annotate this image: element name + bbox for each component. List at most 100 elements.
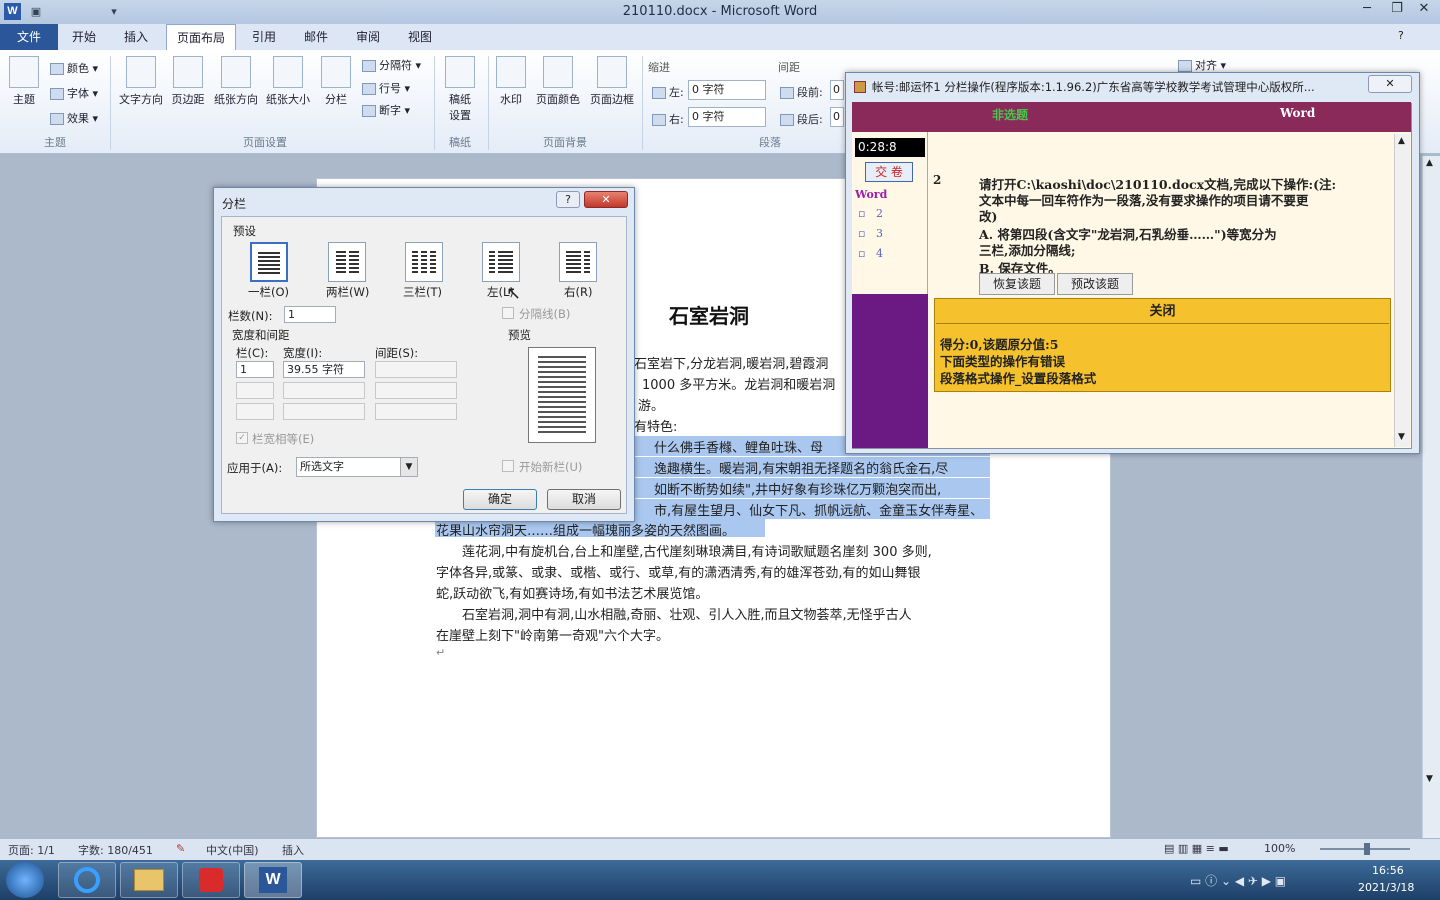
tab-insert[interactable]: 插入 — [114, 24, 158, 50]
ribbon-tabs: 开始 插入 页面布局 引用 邮件 审阅 视图 ? — [0, 24, 1440, 50]
hyphenation-button[interactable]: 断字 ▾ — [362, 102, 410, 118]
scroll-down-icon[interactable]: ▼ — [1426, 774, 1433, 784]
minimize-button[interactable]: ─ — [1352, 0, 1382, 20]
theme-colors-button[interactable]: 颜色 ▾ — [50, 60, 98, 76]
column-spacing-input[interactable] — [375, 382, 457, 399]
tab-review[interactable]: 审阅 — [346, 24, 390, 50]
preset-right-button[interactable] — [559, 242, 597, 282]
clock-time[interactable]: 16:56 — [1372, 864, 1404, 877]
column-width-input[interactable]: 39.55 字符 — [283, 361, 365, 378]
spacing-after-input[interactable]: 0 — [830, 107, 844, 127]
breaks-button[interactable]: 分隔符 ▾ — [362, 57, 421, 73]
exam-nav-item[interactable]: ▫ 2 — [858, 207, 883, 220]
system-tray-icons[interactable]: ▭ ⓘ ⌄ ◀ ✈ ▶ ▣ — [1190, 872, 1286, 889]
document-line: 石室岩下,分龙岩洞,暖岩洞,碧霞洞 — [634, 357, 829, 372]
watermark-button[interactable]: 水印 — [494, 56, 528, 107]
group-label-themes: 主题 — [44, 136, 66, 149]
question-number: 2 — [933, 173, 942, 187]
themes-button[interactable]: 主题 — [6, 56, 42, 107]
status-page[interactable]: 页面: 1/1 — [8, 842, 55, 858]
tab-page-layout[interactable]: 页面布局 — [166, 24, 237, 50]
tab-view[interactable]: 视图 — [398, 24, 442, 50]
line-numbers-button[interactable]: 行号 ▾ — [362, 80, 410, 96]
paper-size-button[interactable]: 纸张大小 — [262, 56, 314, 107]
scroll-up-icon[interactable]: ▲ — [1426, 158, 1433, 168]
internet-explorer-icon[interactable] — [58, 862, 116, 898]
group-label-paragraph: 段落 — [759, 136, 781, 149]
dialog-close-button[interactable]: ✕ — [584, 191, 628, 208]
chevron-down-icon[interactable]: ▼ — [400, 458, 417, 476]
preset-left-button[interactable] — [482, 242, 520, 282]
column-spacing-input[interactable] — [375, 361, 457, 378]
status-insert-mode[interactable]: 插入 — [282, 842, 304, 858]
start-button[interactable] — [6, 862, 44, 898]
columns-button[interactable]: 分栏 — [318, 56, 354, 107]
close-window-button[interactable]: ✕ — [1408, 0, 1440, 20]
document-line: 莲花洞,中有旋机台,台上和崖壁,古代崖刻琳琅满目,有诗词歌赋题名崖刻 300 多… — [462, 545, 932, 560]
orientation-button[interactable]: 纸张方向 — [210, 56, 262, 107]
effects-icon — [50, 113, 64, 125]
help-icon[interactable]: ? — [1398, 29, 1404, 42]
status-word-count[interactable]: 字数: 180/451 — [78, 842, 153, 858]
theme-fonts-button[interactable]: 字体 ▾ — [50, 85, 98, 101]
ok-button[interactable]: 确定 — [463, 489, 537, 510]
num-columns-input[interactable]: 1 — [284, 306, 336, 323]
cancel-button[interactable]: 取消 — [547, 489, 621, 510]
redo-question-button[interactable]: 预改该题 — [1057, 273, 1133, 295]
status-language[interactable]: 中文(中国) — [206, 842, 259, 858]
column-spacing-input[interactable] — [375, 403, 457, 420]
tab-mailings[interactable]: 邮件 — [294, 24, 338, 50]
dialog-help-button[interactable]: ? — [556, 191, 580, 208]
dialog-title: 分栏 — [222, 197, 247, 211]
exam-scrollbar[interactable]: ▲ ▼ — [1394, 134, 1410, 447]
document-line: 石室岩洞,洞中有洞,山水相融,奇丽、壮观、引人入胜,而且文物荟萃,无怪乎古人 — [462, 608, 912, 623]
spacing-before-input[interactable]: 0 — [830, 80, 844, 100]
themes-icon — [9, 56, 39, 88]
column-width-input[interactable] — [283, 382, 365, 399]
draft-paper-button[interactable]: 稿纸 设置 — [442, 56, 478, 123]
preset-one-button[interactable] — [250, 242, 288, 282]
indent-left-icon — [652, 87, 666, 99]
text-direction-button[interactable]: 文字方向 — [116, 56, 166, 107]
theme-effects-button[interactable]: 效果 ▾ — [50, 110, 98, 126]
file-explorer-icon[interactable] — [120, 862, 178, 898]
word-taskbar-icon[interactable]: W — [244, 862, 302, 898]
width-header: 宽度(I): — [283, 346, 323, 360]
equal-width-checkbox[interactable]: ✓ — [236, 432, 248, 444]
scroll-down-icon[interactable]: ▼ — [1398, 432, 1405, 442]
indent-right-input[interactable]: 0 字符 — [688, 107, 766, 127]
zoom-slider-handle[interactable] — [1364, 843, 1370, 855]
tab-file[interactable]: 文件 — [0, 24, 58, 50]
exam-nav-item[interactable]: ▫ 3 — [858, 227, 883, 240]
view-buttons-icon[interactable]: ▤ ▥ ▦ ≡ ▬ — [1164, 842, 1229, 855]
vertical-scrollbar[interactable]: ▲ ▼ — [1422, 156, 1440, 838]
indent-left-input[interactable]: 0 字符 — [688, 80, 766, 100]
column-width-input[interactable] — [283, 403, 365, 420]
restore-question-button[interactable]: 恢复该题 — [979, 273, 1055, 295]
group-separator — [434, 56, 435, 150]
divider-checkbox[interactable] — [502, 307, 514, 319]
margins-button[interactable]: 页边距 — [166, 56, 210, 107]
submit-exam-button[interactable]: 交 卷 — [865, 162, 913, 182]
spacing-after-label: 段后: — [780, 111, 823, 127]
indent-left-label: 左: — [652, 84, 684, 100]
page-borders-button[interactable]: 页面边框 — [586, 56, 638, 107]
preset-right-label: 右(R) — [564, 285, 593, 299]
start-new-column-checkbox[interactable] — [502, 460, 514, 472]
paragraph-mark: ↵ — [436, 646, 446, 659]
scroll-up-icon[interactable]: ▲ — [1398, 136, 1405, 146]
clock-date[interactable]: 2021/3/18 — [1358, 881, 1414, 894]
page-color-button[interactable]: 页面颜色 — [532, 56, 584, 107]
preset-three-button[interactable] — [405, 242, 443, 282]
exam-close-window-button[interactable]: ✕ — [1368, 75, 1412, 93]
zoom-level[interactable]: 100% — [1264, 842, 1295, 855]
exam-nav-item[interactable]: ▫ 4 — [858, 247, 883, 260]
tab-home[interactable]: 开始 — [62, 24, 106, 50]
red-app-icon[interactable] — [182, 862, 240, 898]
preset-two-button[interactable] — [328, 242, 366, 282]
align-button[interactable]: 对齐 ▾ — [1178, 57, 1226, 73]
close-result-button[interactable]: 关闭 — [936, 300, 1389, 324]
proofing-icon[interactable]: ✎ — [176, 842, 185, 855]
tab-references[interactable]: 引用 — [242, 24, 286, 50]
text-direction-icon — [126, 56, 156, 88]
